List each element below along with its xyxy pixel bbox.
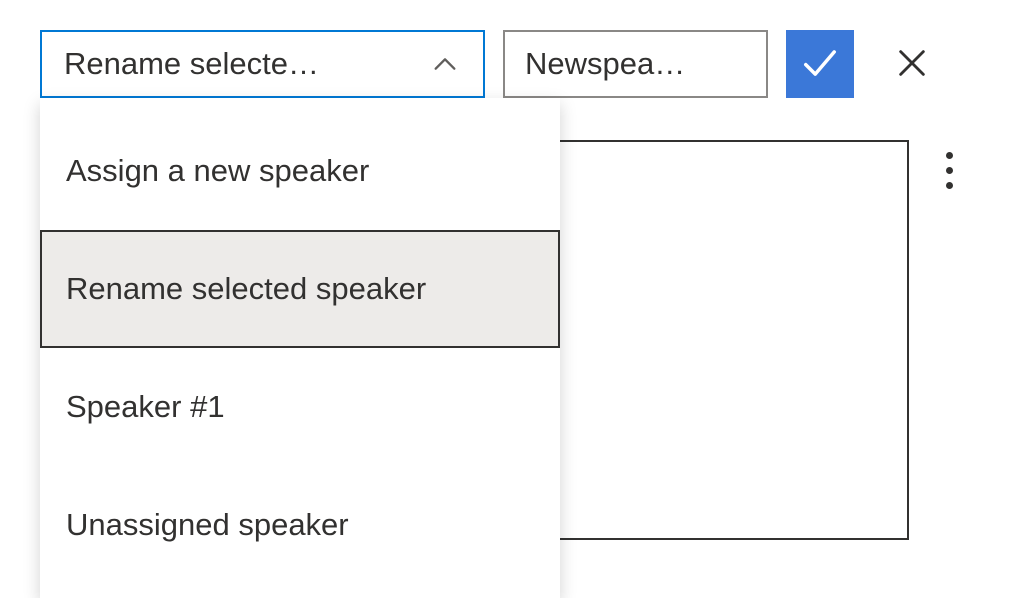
menu-item-assign-new[interactable]: Assign a new speaker: [40, 112, 560, 230]
check-icon: [801, 44, 839, 85]
cancel-button[interactable]: [878, 30, 946, 98]
toolbar: Rename selecte…: [40, 30, 969, 98]
menu-item-unassigned[interactable]: Unassigned speaker: [40, 466, 560, 584]
close-icon: [895, 46, 929, 83]
menu-item-speaker-1[interactable]: Speaker #1: [40, 348, 560, 466]
menu-item-label: Unassigned speaker: [66, 507, 349, 543]
kebab-icon: [946, 152, 953, 189]
speaker-name-input[interactable]: [503, 30, 768, 98]
menu-item-label: Assign a new speaker: [66, 153, 369, 189]
menu-item-rename-selected[interactable]: Rename selected speaker: [40, 230, 560, 348]
more-options-button[interactable]: [929, 140, 969, 200]
chevron-up-icon: [425, 44, 465, 84]
menu-item-label: Rename selected speaker: [66, 271, 426, 307]
confirm-button[interactable]: [786, 30, 854, 98]
dropdown-selected-label: Rename selecte…: [64, 46, 319, 82]
speaker-action-dropdown-menu: Assign a new speaker Rename selected spe…: [40, 98, 560, 598]
menu-item-label: Speaker #1: [66, 389, 225, 425]
speaker-action-dropdown[interactable]: Rename selecte…: [40, 30, 485, 98]
